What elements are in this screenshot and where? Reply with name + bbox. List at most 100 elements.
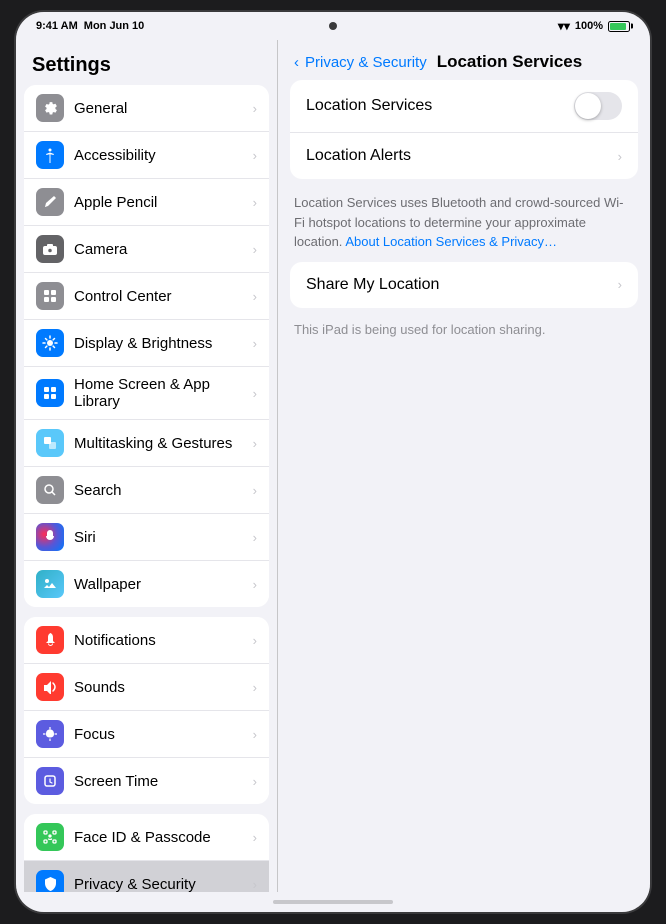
home-screen-icon xyxy=(36,379,64,407)
face-id-label: Face ID & Passcode xyxy=(74,829,253,846)
location-alerts-chevron: › xyxy=(618,149,622,164)
sidebar-title: Settings xyxy=(16,40,277,85)
camera-label: Camera xyxy=(74,241,253,258)
sidebar-item-apple-pencil[interactable]: Apple Pencil › xyxy=(24,179,269,226)
search-label: Search xyxy=(74,482,253,499)
home-indicator xyxy=(16,892,650,912)
location-description: Location Services uses Bluetooth and cro… xyxy=(278,189,650,262)
sidebar-item-notifications[interactable]: Notifications › xyxy=(24,617,269,664)
share-location-label: Share My Location xyxy=(306,276,618,294)
sidebar-item-search[interactable]: Search › xyxy=(24,467,269,514)
general-label: General xyxy=(74,100,253,117)
detail-group-share-location: Share My Location › xyxy=(290,262,638,308)
date: Mon Jun 10 xyxy=(84,20,145,32)
wifi-icon: ▾▾ xyxy=(558,19,570,33)
detail-row-location-services: Location Services xyxy=(290,80,638,133)
sidebar-item-siri[interactable]: Siri › xyxy=(24,514,269,561)
status-bar: 9:41 AM Mon Jun 10 ▾▾ 100% xyxy=(16,12,650,40)
siri-chevron: › xyxy=(253,530,257,545)
wallpaper-icon xyxy=(36,570,64,598)
face-id-icon xyxy=(36,823,64,851)
detail-panel: ‹ Privacy & Security Location Services L… xyxy=(278,40,650,892)
wallpaper-label: Wallpaper xyxy=(74,576,253,593)
sidebar-item-home-screen[interactable]: Home Screen & App Library › xyxy=(24,367,269,420)
sidebar-item-multitasking[interactable]: Multitasking & Gestures › xyxy=(24,420,269,467)
control-center-icon xyxy=(36,282,64,310)
wallpaper-chevron: › xyxy=(253,577,257,592)
detail-nav: ‹ Privacy & Security Location Services xyxy=(278,40,650,80)
display-brightness-label: Display & Brightness xyxy=(74,335,253,352)
privacy-security-icon xyxy=(36,870,64,892)
sidebar-item-camera[interactable]: Camera › xyxy=(24,226,269,273)
detail-title: Location Services xyxy=(437,52,583,72)
siri-label: Siri xyxy=(74,529,253,546)
accessibility-icon xyxy=(36,141,64,169)
privacy-security-label: Privacy & Security xyxy=(74,876,253,893)
status-bar-left: 9:41 AM Mon Jun 10 xyxy=(36,20,144,32)
sidebar-item-general[interactable]: General › xyxy=(24,85,269,132)
detail-group-location-toggle: Location Services Location Alerts › xyxy=(290,80,638,179)
status-bar-right: ▾▾ 100% xyxy=(558,19,630,33)
sounds-chevron: › xyxy=(253,680,257,695)
sidebar-item-control-center[interactable]: Control Center › xyxy=(24,273,269,320)
accessibility-chevron: › xyxy=(253,148,257,163)
battery-icon xyxy=(608,21,630,32)
back-label[interactable]: Privacy & Security xyxy=(305,54,427,71)
share-location-chevron: › xyxy=(618,277,622,292)
settings-group-2: Notifications › Sounds › Focus › xyxy=(24,617,269,804)
multitasking-chevron: › xyxy=(253,436,257,451)
location-services-label: Location Services xyxy=(306,97,574,115)
home-screen-label: Home Screen & App Library xyxy=(74,376,253,410)
sidebar-item-accessibility[interactable]: Accessibility › xyxy=(24,132,269,179)
search-chevron: › xyxy=(253,483,257,498)
accessibility-label: Accessibility xyxy=(74,147,253,164)
display-brightness-icon xyxy=(36,329,64,357)
screen-time-chevron: › xyxy=(253,774,257,789)
focus-icon xyxy=(36,720,64,748)
face-id-chevron: › xyxy=(253,830,257,845)
control-center-chevron: › xyxy=(253,289,257,304)
sounds-icon xyxy=(36,673,64,701)
toggle-thumb xyxy=(575,93,601,119)
sidebar-item-wallpaper[interactable]: Wallpaper › xyxy=(24,561,269,607)
home-bar xyxy=(273,900,393,904)
share-location-description: This iPad is being used for location sha… xyxy=(278,318,650,347)
sidebar-item-screen-time[interactable]: Screen Time › xyxy=(24,758,269,804)
notifications-label: Notifications xyxy=(74,632,253,649)
focus-chevron: › xyxy=(253,727,257,742)
location-services-toggle[interactable] xyxy=(574,92,622,120)
camera-chevron: › xyxy=(253,242,257,257)
sidebar-item-focus[interactable]: Focus › xyxy=(24,711,269,758)
settings-group-3: Face ID & Passcode › Privacy & Security … xyxy=(24,814,269,892)
location-services-privacy-link[interactable]: About Location Services & Privacy… xyxy=(345,234,557,249)
siri-icon xyxy=(36,523,64,551)
apple-pencil-icon xyxy=(36,188,64,216)
sidebar-item-sounds[interactable]: Sounds › xyxy=(24,664,269,711)
multitasking-label: Multitasking & Gestures xyxy=(74,435,253,452)
share-location-sub-label: This iPad is being used for location sha… xyxy=(294,322,545,337)
screen-time-icon xyxy=(36,767,64,795)
sounds-label: Sounds xyxy=(74,679,253,696)
time: 9:41 AM xyxy=(36,20,78,32)
detail-row-share-location[interactable]: Share My Location › xyxy=(290,262,638,308)
search-icon xyxy=(36,476,64,504)
camera-icon xyxy=(36,235,64,263)
sidebar: Settings General › Accessibility › xyxy=(16,40,278,892)
focus-label: Focus xyxy=(74,726,253,743)
sidebar-item-face-id[interactable]: Face ID & Passcode › xyxy=(24,814,269,861)
location-alerts-label: Location Alerts xyxy=(306,147,618,165)
home-screen-chevron: › xyxy=(253,386,257,401)
notifications-icon xyxy=(36,626,64,654)
camera-dot xyxy=(329,22,337,30)
control-center-label: Control Center xyxy=(74,288,253,305)
apple-pencil-chevron: › xyxy=(253,195,257,210)
detail-row-location-alerts[interactable]: Location Alerts › xyxy=(290,133,638,179)
sidebar-item-display-brightness[interactable]: Display & Brightness › xyxy=(24,320,269,367)
display-brightness-chevron: › xyxy=(253,336,257,351)
sidebar-item-privacy-security[interactable]: Privacy & Security › xyxy=(24,861,269,892)
apple-pencil-label: Apple Pencil xyxy=(74,194,253,211)
battery-percent: 100% xyxy=(575,20,603,32)
general-chevron: › xyxy=(253,101,257,116)
general-icon xyxy=(36,94,64,122)
ipad-frame: 9:41 AM Mon Jun 10 ▾▾ 100% Settings Gene… xyxy=(16,12,650,912)
